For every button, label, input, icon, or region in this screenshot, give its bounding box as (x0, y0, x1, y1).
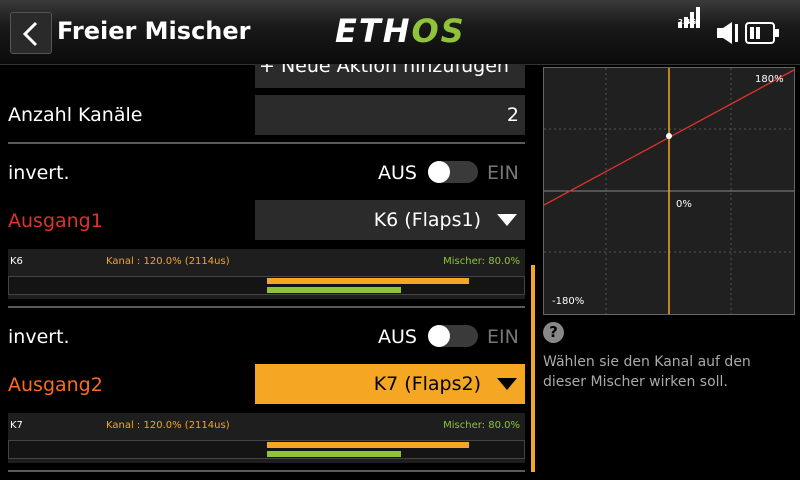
invert1-on-label: EIN (487, 162, 519, 184)
monitor1-mixer-bar (267, 287, 401, 293)
page-title: Freier Mischer (57, 17, 251, 45)
monitor2-channel-text: Kanal : 120.0% (2114us) (106, 420, 230, 431)
ethos-logo: ETHOS (335, 12, 466, 50)
monitor2-mixer-text: Mischer: 80.0% (443, 420, 520, 431)
logo-main: ETH (335, 12, 412, 50)
monitor1-channel-bar (267, 278, 469, 284)
invert1-toggle[interactable] (428, 161, 478, 183)
monitor1-bar (8, 276, 525, 295)
back-button[interactable] (10, 12, 52, 54)
chevron-down-icon (497, 378, 517, 390)
logo-accent: OS (411, 12, 466, 50)
invert2-label: invert. (8, 326, 70, 348)
scrollbar[interactable] (531, 265, 535, 472)
divider (8, 306, 525, 308)
graph-mid-label: 0% (676, 199, 692, 210)
monitor2-mixer-bar (267, 451, 401, 457)
toggle-knob (428, 161, 450, 183)
add-action-label: + Neue Aktion hinzufügen (259, 64, 509, 77)
invert2-on-label: EIN (487, 326, 519, 348)
chevron-left-icon (22, 21, 38, 47)
graph-top-label: 180% (755, 74, 784, 85)
monitor1-mixer-text: Mischer: 80.0% (443, 256, 520, 267)
monitor1-channel: K6 (10, 256, 23, 267)
invert1-off-label: AUS (378, 162, 417, 184)
graph-bottom-label: -180% (552, 296, 584, 307)
toggle-knob (428, 325, 450, 347)
add-action-button[interactable]: + Neue Aktion hinzufügen (255, 64, 525, 88)
monitor2-bar (8, 440, 525, 459)
channel-monitor-1: K6 Kanal : 120.0% (2114us) Mischer: 80.0… (8, 249, 525, 299)
output2-value: K7 (Flaps2) (373, 373, 481, 395)
output1-value: K6 (Flaps1) (373, 209, 481, 231)
num-channels-label: Anzahl Kanäle (8, 104, 143, 126)
invert2-toggle[interactable] (428, 325, 478, 347)
help-text: Wählen sie den Kanal auf den dieser Misc… (543, 354, 751, 390)
invert1-label: invert. (8, 162, 70, 184)
signal-icon: 2.4G (678, 7, 708, 46)
mixer-curve-graph: 180% 0% -180% (543, 67, 795, 315)
battery-icon (745, 22, 779, 44)
monitor2-channel-bar (267, 442, 469, 448)
help-icon: ? (543, 322, 564, 343)
speaker-mute-icon[interactable] (716, 20, 742, 46)
chevron-down-icon (497, 214, 517, 226)
curve-point (666, 133, 672, 139)
num-channels-value: 2 (506, 104, 519, 126)
num-channels-field[interactable]: 2 (255, 95, 525, 135)
channel-monitor-2: K7 Kanal : 120.0% (2114us) Mischer: 80.0… (8, 413, 525, 463)
invert2-off-label: AUS (378, 326, 417, 348)
divider (8, 142, 525, 144)
output1-label: Ausgang1 (8, 210, 103, 232)
monitor1-channel-text: Kanal : 120.0% (2114us) (106, 256, 230, 267)
output2-label: Ausgang2 (8, 374, 103, 396)
output2-dropdown[interactable]: K7 (Flaps2) (255, 364, 525, 404)
monitor2-channel: K7 (10, 420, 23, 431)
output1-dropdown[interactable]: K6 (Flaps1) (255, 200, 525, 240)
divider (8, 470, 525, 472)
